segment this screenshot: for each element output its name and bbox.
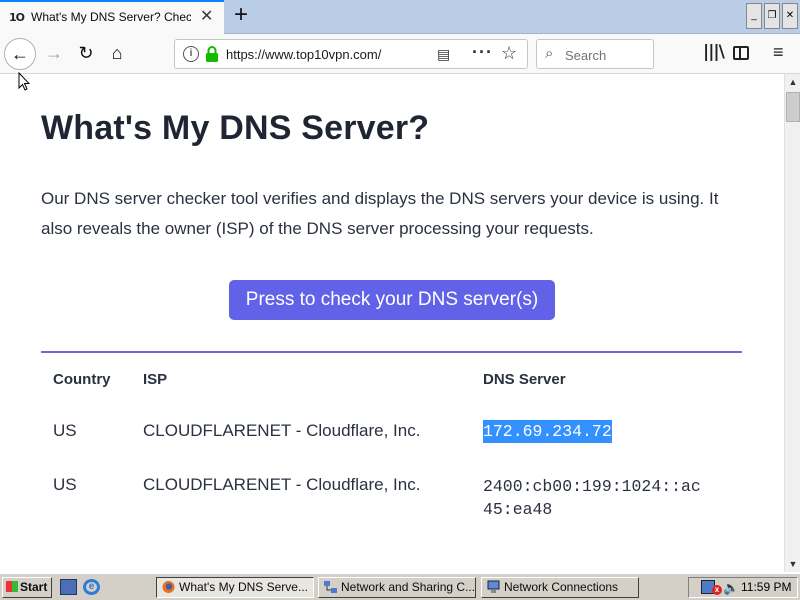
search-input[interactable] <box>565 46 651 64</box>
navigation-toolbar: ← → ↻ ⌂ i https://www.top10vpn.com/ ▤ ··… <box>0 34 800 74</box>
page-title: What's My DNS Server? <box>41 109 430 147</box>
window-close-button[interactable]: ✕ <box>782 3 798 29</box>
scroll-thumb[interactable] <box>786 92 800 122</box>
system-tray: x 🔈 11:59 PM <box>688 577 798 598</box>
library-icon[interactable]: |||\ <box>703 42 725 62</box>
tab-active[interactable]: 1O What's My DNS Server? Check Y ✕ <box>0 0 224 34</box>
header-dns-server: DNS Server <box>483 371 566 388</box>
task-label: Network and Sharing C... <box>341 580 476 594</box>
back-button[interactable]: ← <box>4 38 36 70</box>
tab-bar: 1O What's My DNS Server? Check Y ✕ + _ ❐… <box>0 0 800 34</box>
table-row: US CLOUDFLARENET - Cloudflare, Inc. 172.… <box>41 405 742 458</box>
network-error-icon: x <box>712 585 722 595</box>
sidebar-icon[interactable] <box>733 46 749 60</box>
reader-view-icon[interactable]: ▤ <box>437 46 450 63</box>
table-header: Country ISP DNS Server <box>41 353 742 405</box>
dns-results-table: Country ISP DNS Server US CLOUDFLARENET … <box>41 351 742 538</box>
hamburger-menu-icon[interactable]: ≡ <box>773 42 784 63</box>
new-tab-button[interactable]: + <box>228 3 254 29</box>
page-content: What's My DNS Server? Our DNS server che… <box>0 74 784 572</box>
dns-line-1: 2400:cb00:199:1024::ac <box>483 477 701 496</box>
table-row: US CLOUDFLARENET - Cloudflare, Inc. 2400… <box>41 458 742 538</box>
cell-dns-server[interactable]: 172.69.234.72 <box>483 420 612 443</box>
taskbar-item-network-connections[interactable]: Network Connections <box>481 577 639 598</box>
header-isp: ISP <box>143 371 168 388</box>
taskbar: Start e What's My DNS Serve... Network a… <box>0 573 800 600</box>
network-connections-icon <box>487 580 500 593</box>
taskbar-item-firefox[interactable]: What's My DNS Serve... <box>156 577 314 598</box>
volume-icon[interactable]: 🔈 <box>723 580 739 596</box>
task-label: What's My DNS Serve... <box>179 580 308 594</box>
restore-button[interactable]: ❐ <box>764 3 780 29</box>
page-description: Our DNS server checker tool verifies and… <box>41 189 719 238</box>
tab-close-icon[interactable]: ✕ <box>200 9 213 25</box>
window-controls: _ ❐ ✕ <box>746 3 798 29</box>
url-text[interactable]: https://www.top10vpn.com/ <box>226 47 381 62</box>
cell-isp: CLOUDFLARENET - Cloudflare, Inc. <box>143 475 421 494</box>
firefox-icon <box>162 581 175 593</box>
cell-dns-server[interactable]: 2400:cb00:199:1024::ac 45:ea48 <box>483 475 701 521</box>
cell-isp: CLOUDFLARENET - Cloudflare, Inc. <box>143 421 421 440</box>
page-actions-icon[interactable]: ··· <box>472 42 493 63</box>
cell-country: US <box>53 475 77 494</box>
windows-logo-icon <box>6 581 18 592</box>
dns-line-2: 45:ea48 <box>483 500 553 519</box>
start-button[interactable]: Start <box>2 577 52 598</box>
search-bar[interactable]: ⌕ <box>536 39 654 69</box>
scroll-down-arrow-icon[interactable]: ▼ <box>786 556 800 572</box>
network-sharing-icon <box>324 581 337 593</box>
start-label: Start <box>20 580 48 594</box>
site-info-icon[interactable]: i <box>183 46 199 62</box>
show-desktop-icon[interactable] <box>60 579 77 595</box>
reload-button[interactable]: ↻ <box>70 38 102 70</box>
site-favicon-icon: 1O <box>9 11 25 24</box>
url-bar[interactable]: i https://www.top10vpn.com/ ▤ ··· ☆ <box>174 39 528 69</box>
taskbar-item-network-sharing[interactable]: Network and Sharing C... <box>318 577 476 598</box>
lock-icon[interactable] <box>205 45 219 63</box>
system-clock[interactable]: 11:59 PM <box>741 580 791 594</box>
forward-button[interactable]: → <box>38 38 70 70</box>
task-label: Network Connections <box>504 580 619 594</box>
check-dns-button[interactable]: Press to check your DNS server(s) <box>229 280 555 320</box>
search-icon: ⌕ <box>545 45 554 62</box>
tab-title: What's My DNS Server? Check Y <box>31 10 191 24</box>
mouse-cursor-icon <box>18 72 30 91</box>
cell-country: US <box>53 421 77 440</box>
internet-explorer-icon[interactable]: e <box>83 579 100 595</box>
home-button[interactable]: ⌂ <box>101 38 133 70</box>
header-country: Country <box>53 371 111 388</box>
minimize-button[interactable]: _ <box>746 3 762 29</box>
bookmark-star-icon[interactable]: ☆ <box>501 43 517 64</box>
scroll-up-arrow-icon[interactable]: ▲ <box>786 74 800 90</box>
vertical-scrollbar[interactable]: ▲ ▼ <box>784 74 800 572</box>
